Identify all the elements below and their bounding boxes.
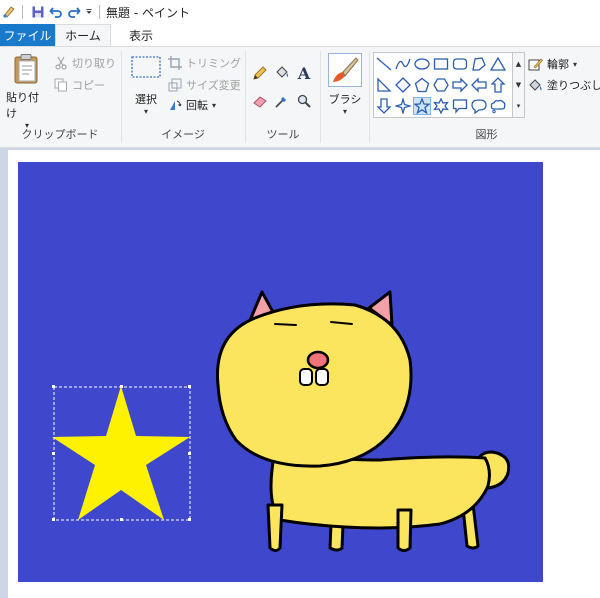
copy-label: コピー: [72, 79, 105, 92]
brushes-button[interactable]: ブラシ ▾: [325, 53, 365, 116]
cat-eye: [274, 323, 297, 326]
tab-home[interactable]: ホーム: [55, 24, 111, 46]
rounded-rectangle-shape-icon[interactable]: [451, 55, 469, 73]
resize-icon: [168, 78, 182, 92]
chevron-down-icon: ▾: [573, 59, 578, 69]
six-point-star-shape-icon[interactable]: [432, 97, 450, 115]
ribbon-tabs: ファイル ホーム 表示: [0, 24, 600, 46]
window-title: 無題 - ペイント: [106, 5, 190, 20]
brushes-label: ブラシ: [328, 93, 362, 106]
cloud-callout-shape-icon[interactable]: [489, 97, 507, 115]
cat-tooth: [299, 368, 313, 386]
divider: [22, 5, 23, 19]
pentagon-shape-icon[interactable]: [413, 76, 431, 94]
resize-button[interactable]: サイズ変更: [168, 77, 241, 93]
text-icon[interactable]: A: [295, 64, 313, 83]
triangle-shape-icon[interactable]: [489, 55, 507, 73]
image-group: 選択 ▾ トリミング サイズ変更 回転 ▾ イメージ: [122, 47, 244, 147]
resize-label: サイズ変更: [186, 79, 241, 92]
shapes-group-label: 図形: [475, 128, 498, 141]
cat-tooth: [315, 368, 329, 386]
chevron-down-icon: ▾: [143, 107, 148, 116]
shapes-scrollbar[interactable]: ▲ ▼ ▾: [513, 52, 525, 118]
rectangle-shape-icon[interactable]: [432, 55, 450, 73]
tab-view[interactable]: 表示: [111, 24, 171, 46]
outline-label: 輪郭: [547, 58, 569, 71]
scroll-up-icon[interactable]: ▲: [516, 60, 521, 68]
rotate-icon: [170, 100, 182, 110]
select-rectangle-icon: [131, 56, 161, 78]
crop-label: トリミング: [186, 57, 241, 70]
cat-leg: [266, 503, 284, 552]
chevron-down-icon: ▾: [342, 107, 347, 116]
copy-button[interactable]: コピー: [54, 77, 105, 93]
copy-icon: [54, 78, 67, 92]
four-point-star-shape-icon[interactable]: [394, 97, 412, 115]
fill-button[interactable]: 塗りつぶし ▾: [528, 77, 600, 93]
right-triangle-shape-icon[interactable]: [375, 76, 393, 94]
expand-gallery-icon[interactable]: ▾: [517, 102, 521, 110]
outline-button[interactable]: 輪郭 ▾: [528, 56, 577, 72]
tools-group-label: ツール: [266, 128, 300, 141]
crop-button[interactable]: トリミング: [168, 55, 241, 71]
cat-nose: [306, 350, 330, 370]
crop-icon: [168, 56, 182, 70]
rotate-label: 回転: [186, 99, 208, 112]
five-point-star-shape-icon[interactable]: [413, 97, 431, 115]
customize-dropdown-icon[interactable]: [83, 3, 95, 21]
divider: [99, 5, 100, 19]
undo-icon[interactable]: [47, 3, 65, 21]
oval-callout-shape-icon[interactable]: [470, 97, 488, 115]
outline-icon: [528, 58, 543, 70]
select-button[interactable]: 選択 ▾: [126, 55, 166, 116]
cut-label: 切り取り: [72, 57, 116, 70]
paste-label: 貼り付け: [6, 91, 39, 120]
curve-shape-icon[interactable]: [394, 55, 412, 73]
line-shape-icon[interactable]: [375, 55, 393, 73]
up-arrow-shape-icon[interactable]: [489, 76, 507, 94]
cut-button[interactable]: 切り取り: [54, 55, 116, 71]
diamond-shape-icon[interactable]: [394, 76, 412, 94]
drawing-canvas[interactable]: [0, 148, 600, 598]
brush-icon: [328, 53, 362, 87]
clipboard-group: 貼り付け ▾ 切り取り コピー クリップボード: [0, 47, 120, 147]
app-icon[interactable]: [0, 3, 18, 21]
workspace: [0, 148, 600, 598]
right-arrow-shape-icon[interactable]: [451, 76, 469, 94]
fill-bucket-icon[interactable]: [273, 64, 291, 82]
redo-icon[interactable]: [65, 3, 83, 21]
hexagon-shape-icon[interactable]: [432, 76, 450, 94]
pencil-icon[interactable]: [251, 64, 269, 82]
clipboard-group-label: クリップボード: [21, 128, 99, 141]
eraser-icon[interactable]: [251, 92, 269, 110]
magnifier-icon[interactable]: [295, 92, 313, 110]
down-arrow-shape-icon[interactable]: [375, 97, 393, 115]
clipboard-icon: [14, 54, 38, 84]
left-arrow-shape-icon[interactable]: [470, 76, 488, 94]
shapes-gallery: [373, 52, 513, 118]
cat-leg: [396, 508, 413, 552]
fill-label: 塗りつぶし: [547, 79, 600, 92]
ribbon: 貼り付け ▾ 切り取り コピー クリップボード 選択 ▾ トリミング サイズ変更: [0, 46, 600, 148]
brushes-group: ブラシ ▾: [321, 47, 369, 147]
tab-file[interactable]: ファイル: [0, 24, 55, 46]
image-group-label: イメージ: [161, 128, 205, 141]
chevron-down-icon: ▾: [212, 100, 217, 110]
rect-callout-shape-icon[interactable]: [451, 97, 469, 115]
divider: [369, 51, 370, 143]
fill-icon: [529, 78, 542, 91]
rotate-button[interactable]: 回転 ▾: [168, 97, 216, 113]
title-bar: 無題 - ペイント: [0, 0, 600, 24]
paste-button[interactable]: 貼り付け ▾: [6, 53, 48, 130]
scissors-icon: [55, 56, 67, 70]
select-label: 選択: [135, 93, 157, 106]
color-picker-icon[interactable]: [273, 92, 291, 110]
scroll-down-icon[interactable]: ▼: [516, 81, 521, 89]
save-icon[interactable]: [29, 3, 47, 21]
cat-head: [215, 302, 413, 468]
tools-group: A ツール: [246, 47, 320, 147]
polygon-shape-icon[interactable]: [470, 55, 488, 73]
oval-shape-icon[interactable]: [413, 55, 431, 73]
